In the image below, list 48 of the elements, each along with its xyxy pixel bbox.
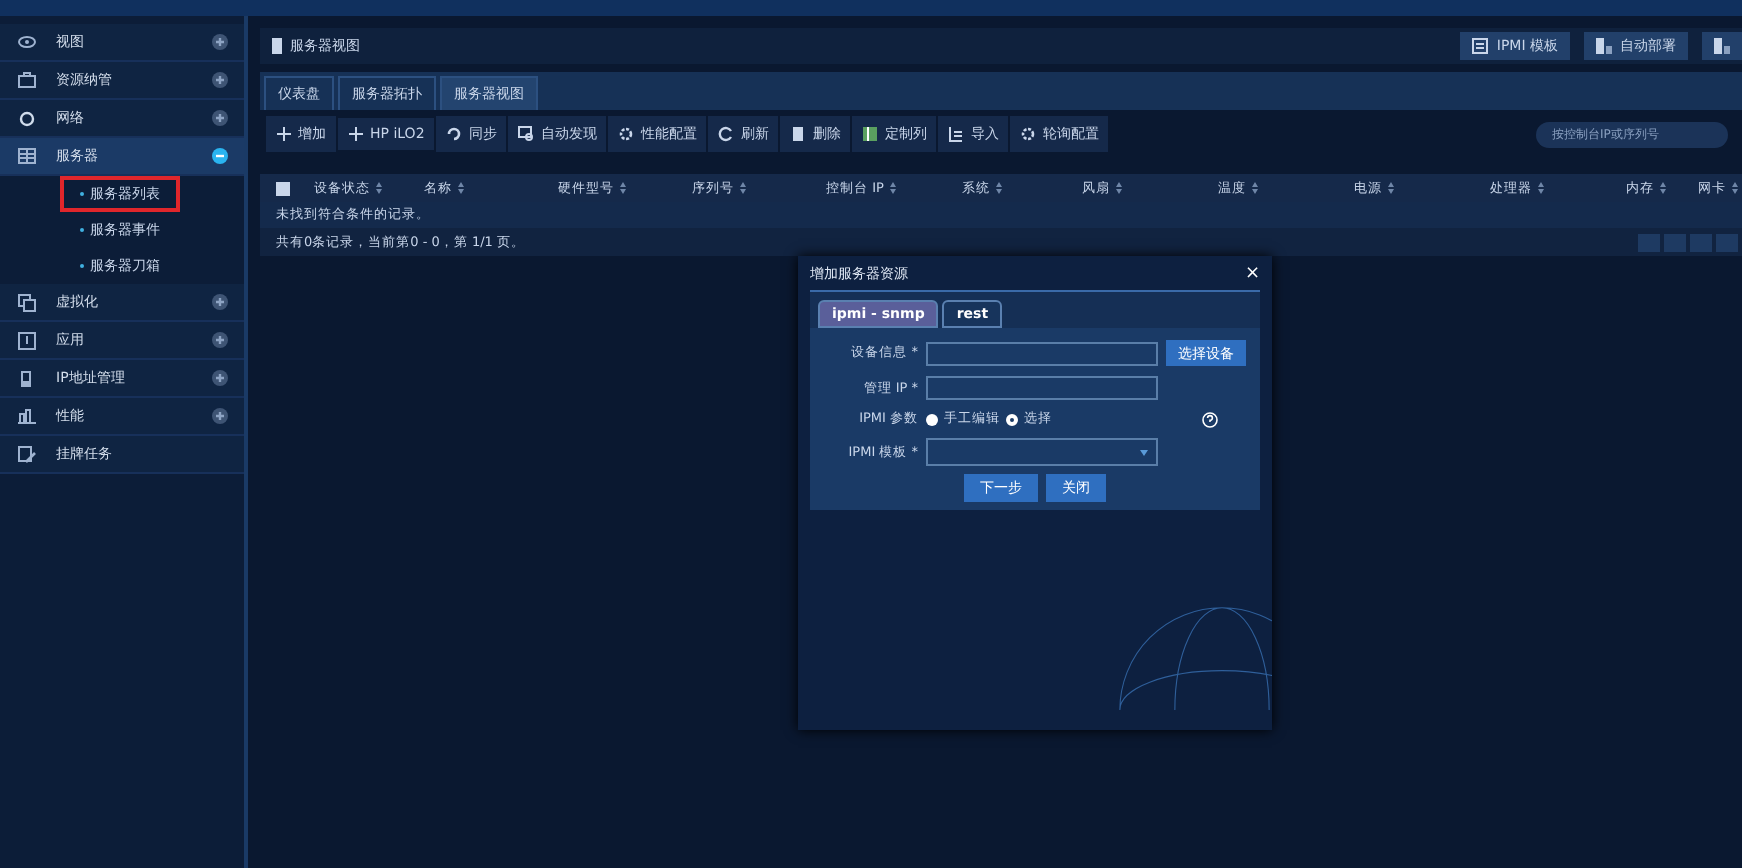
input-field[interactable] — [926, 341, 1158, 365]
plus-circle-icon[interactable] — [212, 408, 228, 424]
plus-circle-icon[interactable] — [212, 34, 228, 50]
input-field[interactable] — [926, 376, 1158, 400]
template-dropdown[interactable] — [926, 438, 1158, 466]
refresh-icon — [718, 126, 735, 142]
sync-icon — [446, 126, 463, 142]
sort-icon — [740, 182, 746, 194]
copy-icon — [17, 293, 35, 311]
sort-icon — [376, 182, 382, 194]
chart-icon — [17, 408, 35, 424]
plus-icon — [276, 126, 292, 142]
radio-button[interactable] — [926, 413, 938, 425]
radio-button[interactable] — [1006, 413, 1018, 425]
network-icon — [17, 109, 35, 127]
gear-icon — [618, 126, 635, 142]
gear-icon — [1020, 126, 1037, 142]
window-icon — [17, 331, 35, 349]
columns-icon — [862, 126, 879, 142]
close-button[interactable]: × — [1244, 263, 1260, 283]
window-icon — [1472, 38, 1489, 54]
sort-icon — [458, 182, 464, 194]
plus-circle-icon[interactable] — [212, 72, 228, 88]
sort-icon — [889, 182, 896, 194]
sort-icon — [1388, 182, 1394, 194]
select-all-checkbox[interactable] — [276, 181, 290, 195]
sort-icon — [1252, 182, 1258, 194]
help-icon[interactable] — [1201, 411, 1217, 427]
sort-icon — [620, 182, 626, 194]
sort-icon — [1660, 182, 1666, 194]
sort-icon — [1538, 182, 1544, 194]
plus-circle-icon[interactable] — [212, 110, 228, 126]
plus-icon — [348, 126, 364, 142]
plus-circle-icon[interactable] — [212, 332, 228, 348]
briefcase-icon — [17, 72, 35, 88]
sort-icon — [1732, 182, 1738, 194]
search-window-icon — [518, 126, 535, 142]
plus-circle-icon[interactable] — [212, 294, 228, 310]
sort-icon — [1116, 182, 1122, 194]
sort-icon — [996, 182, 1002, 194]
import-icon — [948, 126, 965, 142]
minus-circle-icon[interactable] — [212, 148, 228, 164]
dropdown-caret-icon — [1140, 450, 1148, 456]
plus-circle-icon[interactable] — [212, 370, 228, 386]
eye-icon — [17, 36, 35, 48]
pen-icon — [17, 445, 35, 463]
deploy-button[interactable] — [1702, 32, 1742, 60]
phone-icon — [20, 369, 32, 387]
